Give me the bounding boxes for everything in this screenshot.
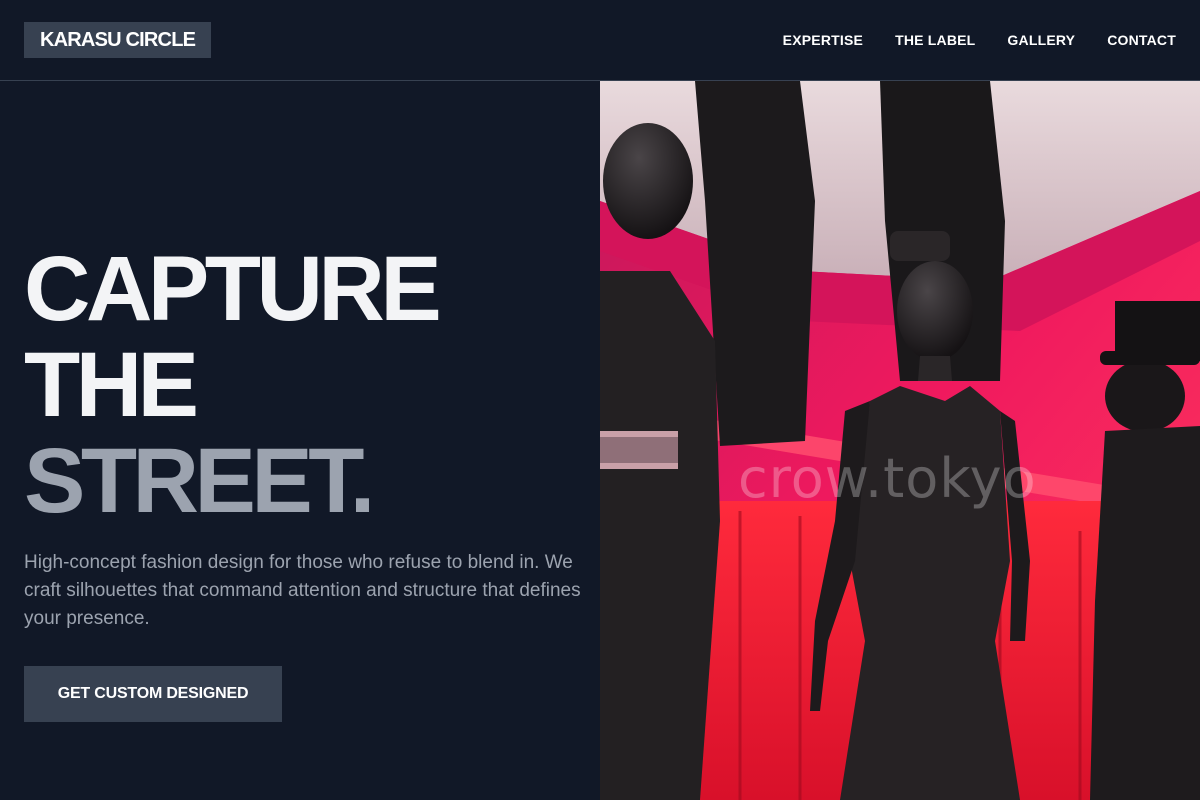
hero-text-panel: CAPTURE THE STREET. High-concept fashion…	[0, 81, 600, 800]
nav-link-expertise[interactable]: EXPERTISE	[783, 31, 863, 49]
hero-image: crow.tokyo	[600, 81, 1200, 800]
mannequin-display-photo	[600, 81, 1200, 800]
main-nav: EXPERTISE THE LABEL GALLERY CONTACT	[783, 31, 1176, 49]
nav-link-gallery[interactable]: GALLERY	[1007, 31, 1075, 49]
hero-headline: CAPTURE THE STREET.	[24, 238, 442, 532]
get-custom-designed-button[interactable]: GET CUSTOM DESIGNED	[24, 666, 282, 722]
site-header: KARASU CIRCLE EXPERTISE THE LABEL GALLER…	[0, 0, 1200, 81]
brand-logo[interactable]: KARASU CIRCLE	[24, 22, 212, 58]
headline-line-1: CAPTURE	[24, 238, 442, 340]
headline-line-3: STREET.	[24, 430, 375, 532]
headline-line-2: THE	[24, 334, 199, 436]
hero-description: High-concept fashion design for those wh…	[24, 552, 581, 629]
nav-link-contact[interactable]: CONTACT	[1107, 31, 1176, 49]
watermark-text: crow.tokyo	[738, 447, 1037, 510]
nav-link-the-label[interactable]: THE LABEL	[895, 31, 975, 49]
